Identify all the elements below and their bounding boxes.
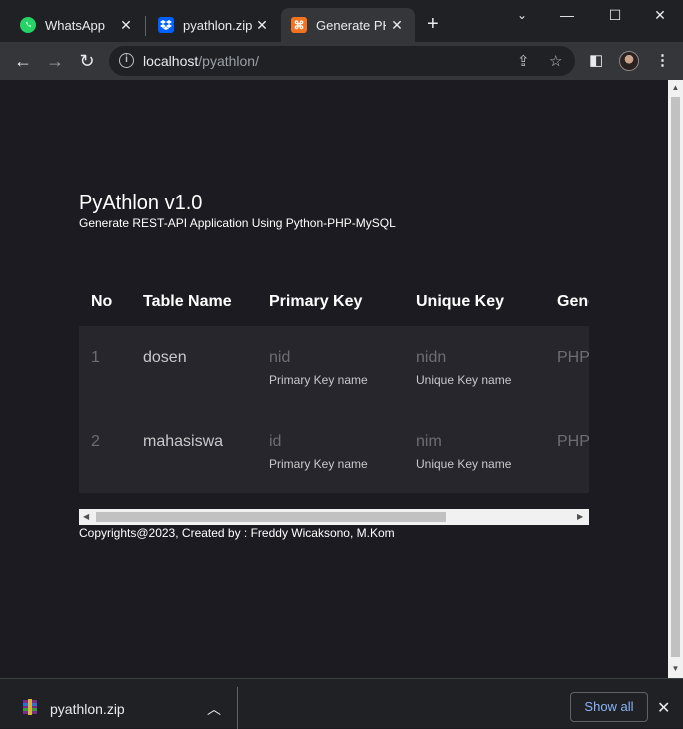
profile-avatar[interactable] — [619, 51, 639, 71]
header-table-name: Table Name — [143, 293, 232, 310]
side-panel-icon[interactable]: ◧ — [589, 51, 603, 69]
scroll-up-icon[interactable]: ▲ — [671, 83, 680, 92]
minimize-icon[interactable]: — — [552, 4, 582, 26]
vertical-scrollbar[interactable]: ▲ ▼ — [668, 80, 683, 678]
tab-strip: WhatsApp ✕ pyathlon.zip ✕ ⌘ Generate PHP… — [0, 0, 683, 42]
primary-key-hint: Primary Key name — [269, 457, 368, 471]
row-number: 1 — [91, 349, 100, 366]
header-unique-key: Unique Key — [416, 293, 505, 310]
unique-key-hint: Unique Key name — [416, 373, 512, 387]
whatsapp-icon — [20, 17, 36, 33]
page-title: PyAthlon v1.0 — [79, 192, 203, 214]
unique-key-input[interactable]: nidn — [416, 349, 446, 367]
new-tab-plus-icon[interactable]: + — [427, 14, 439, 34]
table-body: 1 dosen nid Primary Key name nidn Unique… — [79, 326, 589, 493]
xampp-icon: ⌘ — [291, 17, 307, 33]
scrollbar-thumb[interactable] — [671, 97, 680, 657]
tab-pyathlon-zip[interactable]: pyathlon.zip ✕ — [146, 8, 280, 42]
scrollbar-thumb[interactable] — [96, 512, 446, 522]
header-no: No — [91, 293, 113, 310]
tab-title: pyathlon.zip — [183, 17, 253, 33]
zip-file-icon — [22, 699, 38, 715]
forward-arrow-icon[interactable]: → — [44, 50, 66, 72]
maximize-icon[interactable]: ☐ — [600, 4, 630, 26]
menu-kebab-icon[interactable]: ⋮ — [655, 51, 670, 69]
tables-table: No Table Name Primary Key Unique Key Gen… — [79, 280, 589, 493]
close-download-bar-icon[interactable]: ✕ — [657, 698, 670, 718]
row-number: 2 — [91, 433, 100, 450]
browser-toolbar: ← → ↻ i localhost/pyathlon/ ⇪ ☆ ◧ ⋮ — [0, 42, 683, 80]
page-footer: Copyrights@2023, Created by : Freddy Wic… — [79, 526, 395, 540]
header-generate: Gene — [557, 293, 589, 310]
download-file-name[interactable]: pyathlon.zip — [50, 701, 125, 717]
tab-generate-php[interactable]: ⌘ Generate PHP ✕ — [281, 8, 415, 42]
address-bar[interactable]: i localhost/pyathlon/ ⇪ ☆ — [109, 46, 575, 76]
window-close-icon[interactable]: ✕ — [645, 4, 675, 26]
tab-title: Generate PHP — [316, 17, 386, 33]
horizontal-scrollbar[interactable]: ◀ ▶ — [79, 509, 589, 525]
url-path: /pyathlon/ — [198, 53, 259, 69]
site-info-icon[interactable]: i — [119, 53, 134, 68]
close-icon[interactable]: ✕ — [118, 17, 134, 33]
reload-icon[interactable]: ↻ — [76, 50, 98, 72]
tab-title: WhatsApp — [45, 17, 105, 33]
table-name: mahasiswa — [143, 433, 224, 450]
download-bar: pyathlon.zip ︿ Show all ✕ — [0, 678, 683, 729]
unique-key-hint: Unique Key name — [416, 457, 512, 471]
tab-whatsapp[interactable]: WhatsApp ✕ — [8, 8, 144, 42]
generate-php-button[interactable]: PHP — [557, 349, 589, 367]
dropbox-icon — [158, 17, 174, 33]
primary-key-input[interactable]: nid — [269, 349, 290, 367]
bookmark-star-icon[interactable]: ☆ — [549, 52, 562, 70]
close-icon[interactable]: ✕ — [389, 17, 405, 33]
page-subtitle: Generate REST-API Application Using Pyth… — [79, 216, 396, 230]
chevron-up-icon[interactable]: ︿ — [207, 699, 221, 719]
generate-php-button[interactable]: PHP — [557, 433, 589, 451]
close-icon[interactable]: ✕ — [254, 17, 270, 33]
header-primary-key: Primary Key — [269, 293, 363, 310]
primary-key-input[interactable]: id — [269, 433, 281, 451]
scroll-right-icon[interactable]: ▶ — [577, 512, 583, 521]
show-all-button[interactable]: Show all — [570, 692, 648, 722]
table-name: dosen — [143, 349, 187, 366]
unique-key-input[interactable]: nim — [416, 433, 442, 451]
divider — [237, 687, 238, 729]
scroll-left-icon[interactable]: ◀ — [83, 512, 89, 521]
back-arrow-icon[interactable]: ← — [12, 50, 34, 72]
primary-key-hint: Primary Key name — [269, 373, 368, 387]
tab-search-chevron-icon[interactable]: ⌄ — [507, 4, 537, 26]
url-host: localhost — [143, 53, 199, 69]
scroll-down-icon[interactable]: ▼ — [671, 664, 680, 673]
share-icon[interactable]: ⇪ — [517, 52, 530, 70]
url-text[interactable]: localhost/pyathlon/ — [143, 53, 259, 69]
